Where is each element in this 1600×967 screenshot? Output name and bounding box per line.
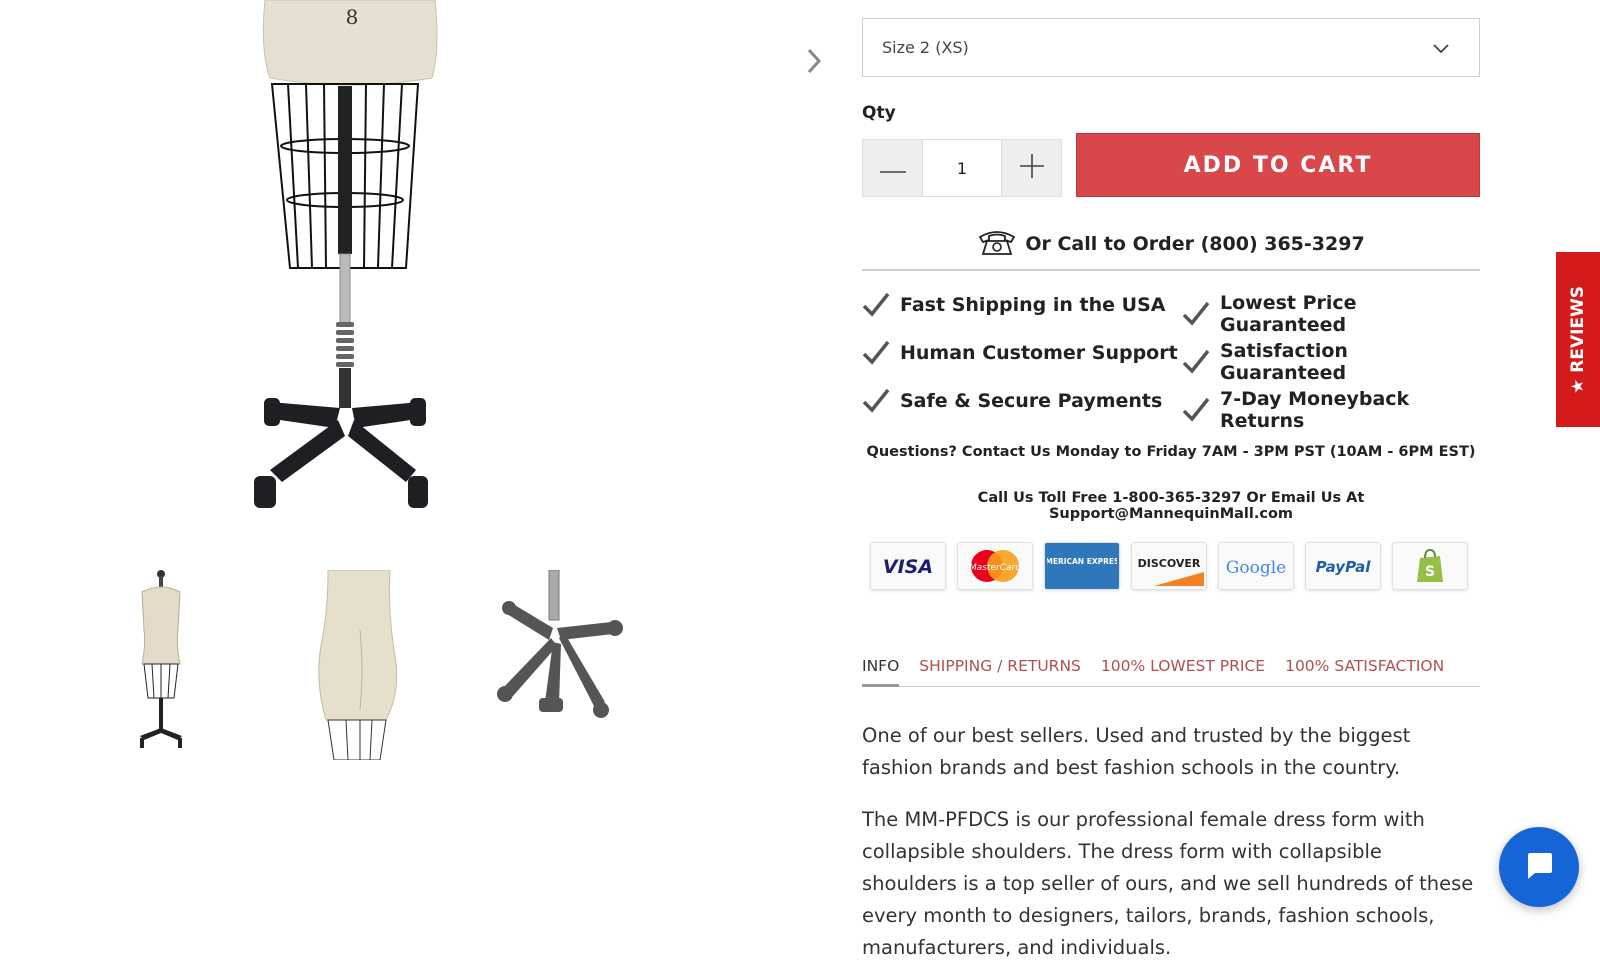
description-paragraph: The MM-PFDCS is our professional female … [862,808,1474,959]
paypal-icon: PayPal [1305,542,1381,590]
feature-label: Safe & Secure Payments [900,390,1163,412]
feature-label: Human Customer Support [900,342,1178,364]
feature-item: 7-Day Moneyback Returns [1182,388,1480,432]
tab-shipping-returns[interactable]: SHIPPING / RETURNS [919,655,1081,686]
checkmark-icon [1182,301,1210,326]
plus-icon [1019,154,1044,182]
reviews-tab-label: REVIEWS [1568,285,1588,373]
amex-icon: AMERICAN EXPRESS [1044,542,1120,590]
chevron-down-icon [1431,39,1451,59]
feature-item: Fast Shipping in the USA [862,292,1165,318]
call-to-order-text: Or Call to Order (800) 365-3297 [1025,233,1365,255]
mastercard-icon: MasterCard [957,542,1033,590]
contact-hours: Questions? Contact Us Monday to Friday 7… [866,444,1476,460]
feature-label: Fast Shipping in the USA [900,294,1166,316]
amex-text: AMERICAN EXPRESS [1047,557,1117,566]
product-info-tabs: INFO SHIPPING / RETURNS 100% LOWEST PRIC… [862,655,1480,687]
feature-item: Lowest Price Guaranteed [1182,292,1480,336]
divider [862,269,1480,271]
feature-label: Satisfaction Guaranteed [1220,340,1348,384]
feature-item: Safe & Secure Payments [862,388,1162,414]
svg-text:PayPal: PayPal [1316,558,1372,576]
star-icon: ★ [1568,378,1588,395]
contact-toll-free: Call Us Toll Free 1-800-365-3297 Or Emai… [977,490,1365,522]
svg-text:Google: Google [1226,558,1286,578]
size-select-value: Size 2 (XS) [882,38,969,57]
feature-label: Lowest Price Guaranteed [1220,292,1357,336]
size-select[interactable]: Size 2 (XS) [862,18,1480,77]
google-pay-icon: Google [1218,542,1294,590]
size-number-text: 8 [346,5,359,29]
checkmark-icon [1182,349,1210,374]
checkmark-icon [862,340,890,365]
chat-button[interactable] [1499,827,1579,907]
reviews-tab-content: ★ REVIEWS [1568,286,1588,394]
qty-input[interactable] [922,140,1002,196]
visa-icon: VISA [870,542,946,590]
qty-label: Qty [862,103,896,123]
checkmark-icon [1182,397,1210,422]
feature-item: Human Customer Support [862,340,1178,366]
tab-lowest-price[interactable]: 100% LOWEST PRICE [1101,655,1265,686]
gallery-thumbnail[interactable] [483,569,633,740]
tab-satisfaction[interactable]: 100% SATISFACTION [1285,655,1444,686]
discover-icon: DISCOVER [1131,542,1207,590]
svg-text:DISCOVER: DISCOVER [1138,557,1201,570]
chat-bubble-icon [1523,849,1555,885]
main-product-image[interactable]: 8 [230,0,460,520]
svg-text:S: S [1425,564,1435,580]
minus-icon [879,159,906,178]
shopify-icon: S [1392,542,1468,590]
next-image-arrow-icon[interactable] [803,46,825,76]
feature-item: Satisfaction Guaranteed [1182,340,1480,384]
tab-info[interactable]: INFO [862,655,900,687]
qty-increase-button[interactable] [1002,140,1061,196]
call-to-order[interactable]: Or Call to Order (800) 365-3297 [862,224,1480,264]
telephone-icon [977,227,1017,261]
payment-methods: VISA MasterCard AMERICAN EXPRESS DISCOVE… [870,542,1468,590]
reviews-side-tab[interactable]: ★ REVIEWS [1556,252,1600,427]
gallery-thumbnail[interactable] [128,568,198,758]
description-paragraph: One of our best sellers. Used and truste… [862,724,1411,779]
quantity-stepper [862,139,1062,197]
checkmark-icon [862,292,890,317]
svg-text:VISA: VISA [883,556,933,578]
add-to-cart-button[interactable]: ADD TO CART [1076,133,1480,197]
feature-label: 7-Day Moneyback Returns [1220,388,1410,432]
qty-decrease-button[interactable] [863,140,922,196]
gallery-thumbnail[interactable] [310,569,410,761]
svg-text:MasterCard: MasterCard [969,563,1021,573]
checkmark-icon [862,388,890,413]
